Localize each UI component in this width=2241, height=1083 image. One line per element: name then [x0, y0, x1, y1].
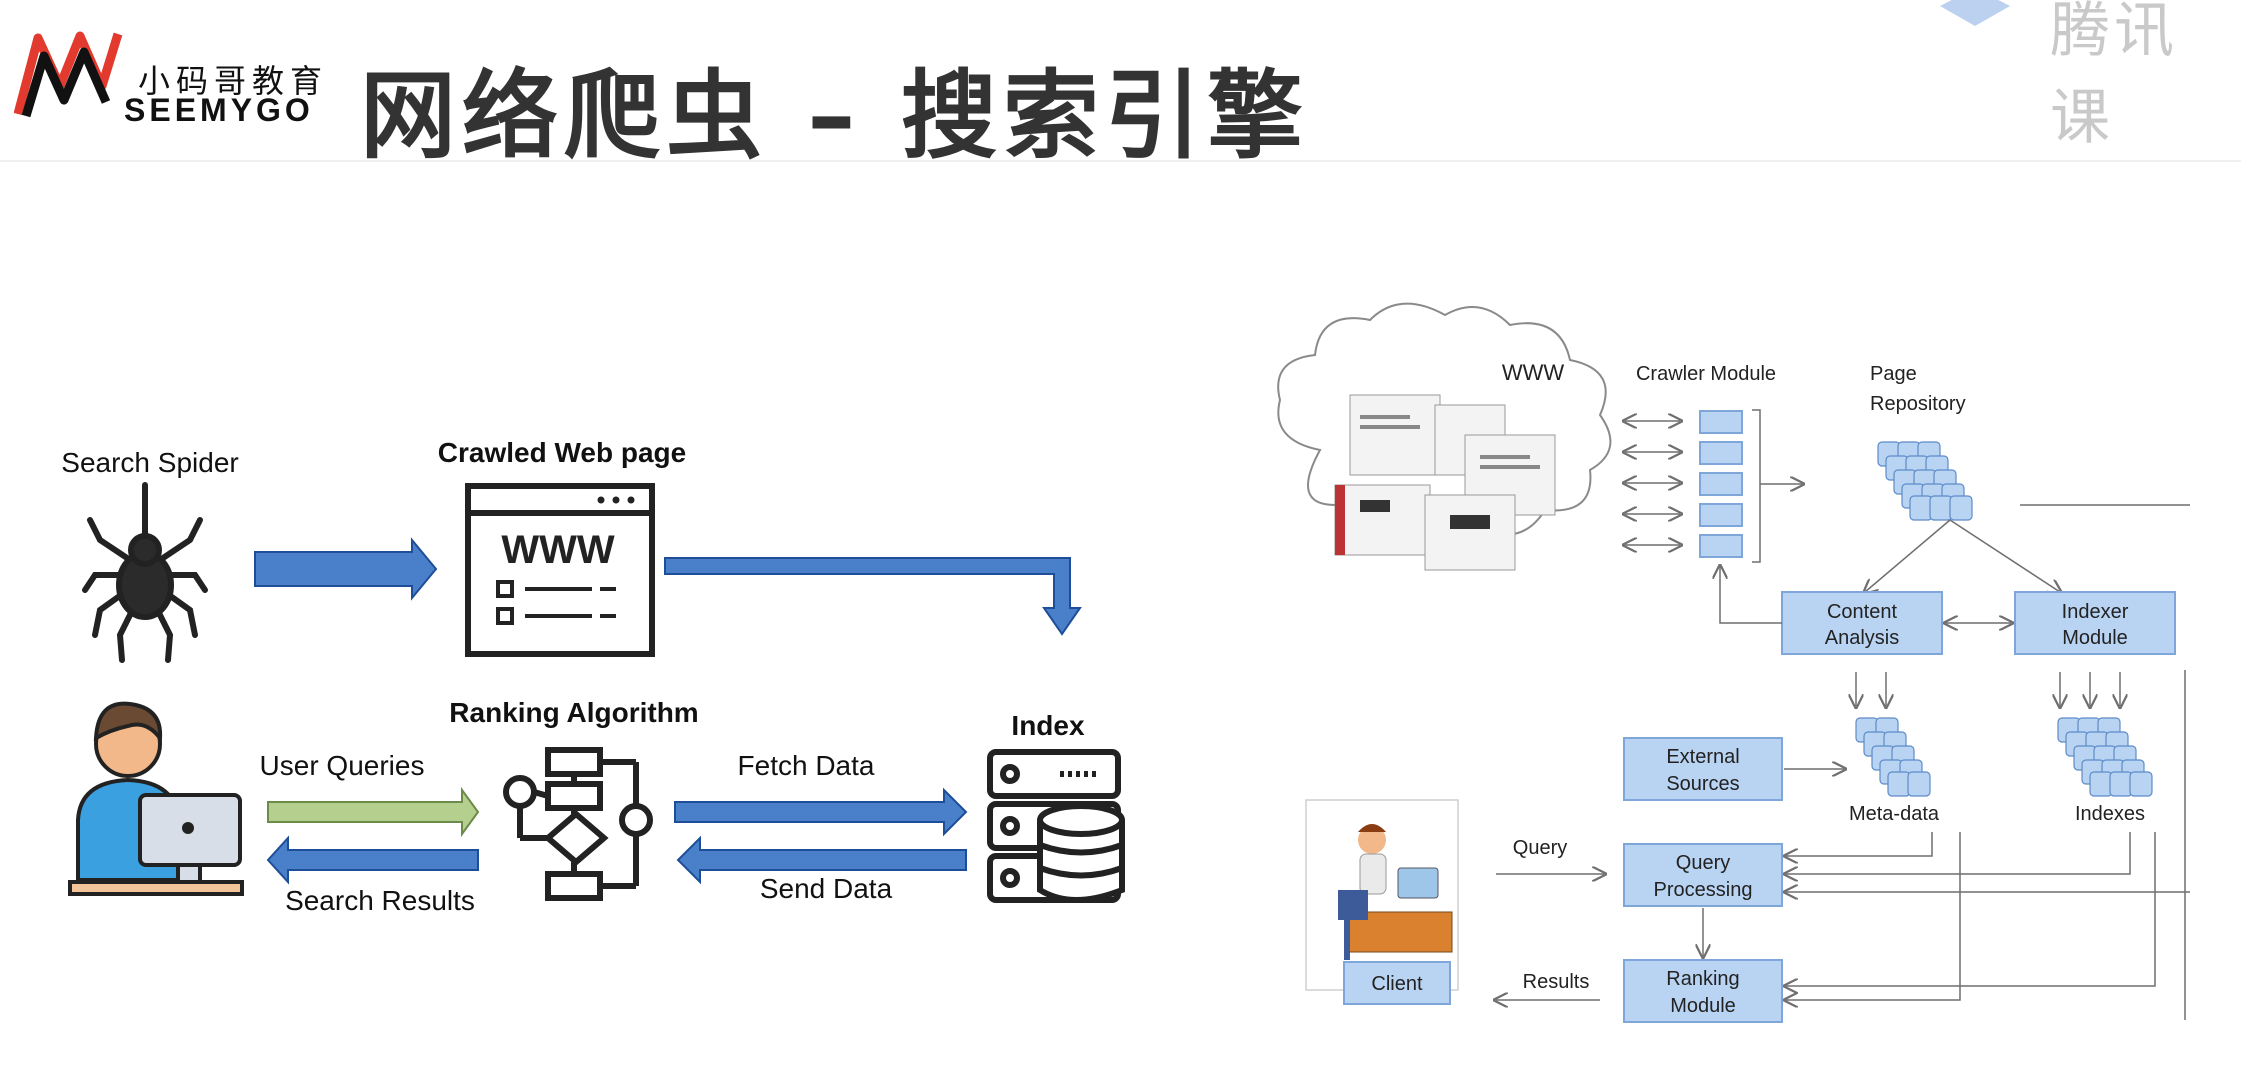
- fetch-data-arrow: [674, 787, 968, 837]
- ranking-algorithm-icon: [503, 747, 653, 901]
- svg-text:Query: Query: [1676, 852, 1730, 874]
- svg-text:Sources: Sources: [1666, 773, 1739, 795]
- index-database-icon: [987, 749, 1125, 903]
- watermark-text: 腾讯课: [2050, 0, 2178, 153]
- watermark-logo-icon: [1940, 0, 2010, 26]
- user-at-computer-icon: [68, 701, 244, 896]
- indexes-store-icon: [2057, 717, 2153, 797]
- client-box: Client: [1343, 961, 1451, 1005]
- query-processing-box: Query Processing: [1623, 843, 1783, 907]
- page-repository-label-1: Page: [1870, 363, 1917, 385]
- svg-text:Client: Client: [1371, 973, 1423, 995]
- page-repository-icon: [1877, 441, 1973, 521]
- header-bar: 小码哥教育 SEEMYGO 网络爬虫 – 搜索引擎 腾讯课: [0, 0, 2241, 172]
- web-page-icon: WWW: [465, 483, 655, 657]
- brand-name-en: SEEMYGO: [124, 92, 314, 128]
- meta-data-store-icon: [1855, 717, 1931, 797]
- svg-text:Module: Module: [2062, 627, 2128, 649]
- fetch-data-label: Fetch Data: [738, 750, 875, 781]
- svg-text:Processing: Processing: [1654, 879, 1753, 901]
- spider-icon: [82, 482, 208, 663]
- crawl-arrow: [254, 537, 438, 601]
- index-label: Index: [1011, 710, 1085, 741]
- store-arrow: [664, 557, 1082, 636]
- svg-text:Analysis: Analysis: [1825, 627, 1899, 649]
- send-data-label: Send Data: [760, 873, 893, 904]
- store-connection-lines: [1786, 670, 2190, 1020]
- page-title: 网络爬虫 – 搜索引擎: [360, 60, 1309, 172]
- www-icon-text: WWW: [501, 528, 615, 572]
- content-analysis-box: Content Analysis: [1781, 591, 1943, 655]
- external-sources-box: External Sources: [1623, 737, 1783, 801]
- user-queries-arrow: [267, 786, 480, 838]
- ranking-module-box: Ranking Module: [1623, 959, 1783, 1023]
- user-queries-label: User Queries: [260, 750, 425, 781]
- query-label: Query: [1513, 837, 1567, 859]
- crawler-module-label: Crawler Module: [1636, 363, 1776, 385]
- search-engine-architecture-diagram: WWW Crawler Module Page Repository Conte…: [1277, 302, 2190, 1023]
- search-engine-flow-diagram: Search Spider Crawled Web page WWW User …: [61, 437, 1125, 916]
- svg-text:Module: Module: [1670, 995, 1736, 1017]
- crawler-bidirectional-arrows: [1625, 421, 1680, 545]
- crawled-page-label: Crawled Web page: [438, 437, 686, 468]
- svg-text:Indexer: Indexer: [2062, 601, 2129, 623]
- crawler-queue-boxes: [1699, 410, 1743, 558]
- svg-text:Content: Content: [1827, 601, 1897, 623]
- ranking-algorithm-label: Ranking Algorithm: [449, 697, 698, 728]
- svg-text:Ranking: Ranking: [1666, 968, 1739, 990]
- search-spider-label: Search Spider: [61, 447, 238, 478]
- seemygo-logo: [14, 31, 123, 118]
- search-results-label: Search Results: [285, 885, 475, 916]
- page-repository-label-2: Repository: [1870, 393, 1966, 415]
- search-results-arrow: [266, 835, 479, 885]
- meta-data-label: Meta-data: [1849, 803, 1940, 825]
- indexes-label: Indexes: [2075, 803, 2145, 825]
- store-down-arrows: [1856, 672, 2120, 706]
- www-cloud-label: WWW: [1502, 360, 1565, 385]
- svg-text:External: External: [1666, 746, 1739, 768]
- results-label: Results: [1523, 971, 1590, 993]
- indexer-module-box: Indexer Module: [2014, 591, 2176, 655]
